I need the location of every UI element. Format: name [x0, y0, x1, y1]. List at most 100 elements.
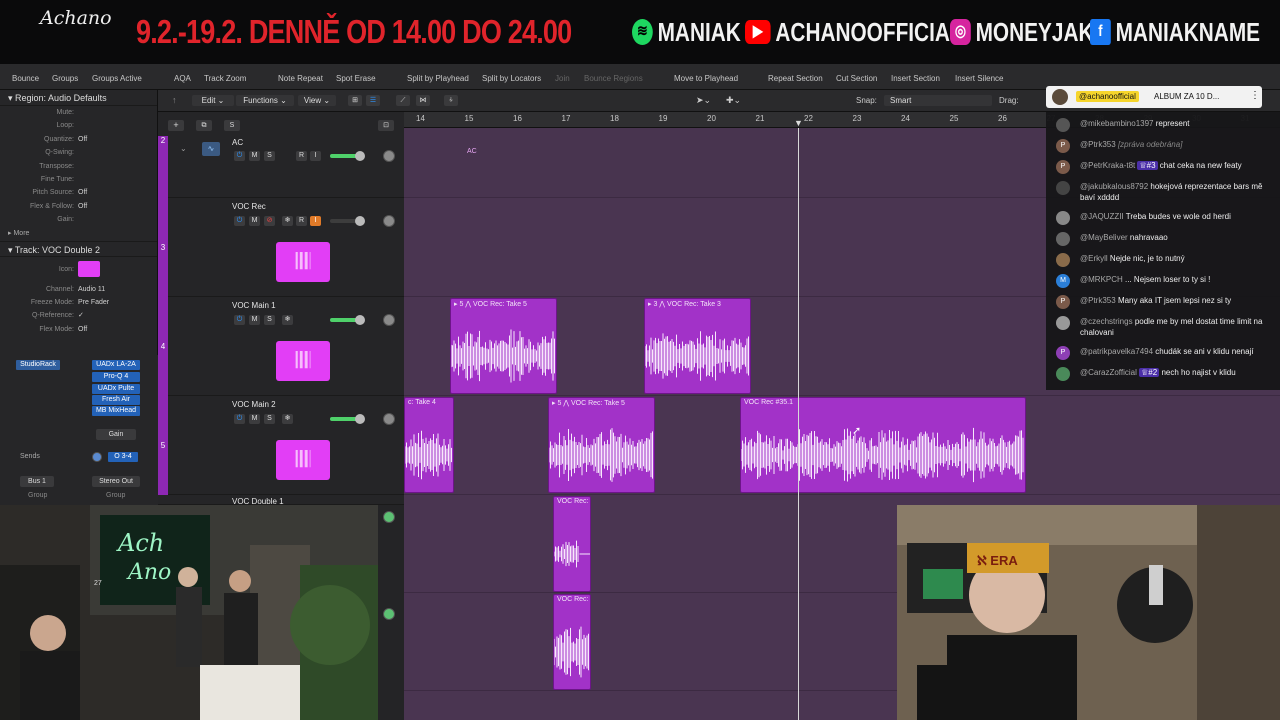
freeze-icon[interactable]: ❄ [282, 315, 293, 325]
toolbar-insert-section[interactable]: Insert Section [891, 74, 940, 83]
send-knob[interactable] [92, 452, 102, 462]
slider-handle[interactable] [355, 315, 365, 325]
track-header-voc-rec[interactable]: 3 VOC Rec ⏻ M ⊘ ❄ R I 𝄃𝄃𝄃 [158, 198, 404, 297]
group-label[interactable]: Group [106, 492, 125, 499]
param-row[interactable]: Q-Reference: ✓ [0, 309, 157, 322]
menu-view[interactable]: View ⌄ [298, 95, 336, 106]
track-header-voc-double-1[interactable]: VOC Double 1 [158, 495, 404, 506]
phase-icon[interactable]: ⊘ [264, 216, 275, 226]
pan-knob[interactable] [383, 608, 395, 620]
kebab-menu-icon[interactable]: ⋮ [1250, 90, 1260, 101]
audio-region[interactable]: VOC Rec: [553, 594, 591, 690]
pinned-message[interactable]: @achanoofficial ALBUM ZA 10 D... ⋮ [1046, 86, 1262, 108]
playhead-marker-icon[interactable]: ▼ [794, 118, 803, 128]
mute-button[interactable]: M [249, 315, 260, 325]
toolbar-spot-erase[interactable]: Spot Erase [336, 74, 376, 83]
toolbar-cut-section[interactable]: Cut Section [836, 74, 877, 83]
audio-region[interactable]: ▸ 5 ⋀ VOC Rec: Take 5 [548, 397, 655, 493]
input-monitor-button[interactable]: I [310, 216, 321, 226]
slider-handle[interactable] [355, 414, 365, 424]
audio-region[interactable]: ▸ 3 ⋀ VOC Rec: Take 3 [644, 298, 751, 394]
param-value[interactable]: Audio 11 [78, 283, 105, 296]
track-header-voc-main-1[interactable]: 4 VOC Main 1 ⏻ M S ❄ 𝄃𝄃𝄃 [158, 297, 404, 396]
flex-icon[interactable]: ⋈ [416, 95, 430, 106]
param-value[interactable]: Off [78, 186, 87, 199]
solo-button[interactable]: S [264, 151, 275, 161]
output-bus[interactable]: Bus 1 [20, 476, 54, 487]
duplicate-track-button[interactable]: ⧉ [196, 120, 212, 131]
mute-button[interactable]: M [249, 151, 260, 161]
power-button-icon[interactable]: ⏻ [234, 315, 245, 325]
param-row[interactable]: Freeze Mode: Pre Fader [0, 296, 157, 309]
param-row[interactable]: Fine Tune: [0, 173, 157, 186]
track-name[interactable]: AC [232, 138, 243, 147]
record-button[interactable]: R [296, 151, 307, 161]
toolbar-bounce[interactable]: Bounce [12, 74, 39, 83]
param-row[interactable]: Flex & Follow: Off [0, 200, 157, 213]
audio-region[interactable]: c: Take 4 [404, 397, 454, 493]
toolbar-aqa[interactable]: AQA [174, 74, 191, 83]
group-label[interactable]: Group [28, 492, 47, 499]
solo-button[interactable]: S [264, 315, 275, 325]
automation-icon[interactable]: ⟋ [396, 95, 410, 106]
param-value[interactable]: ✓ [78, 309, 84, 322]
power-button-icon[interactable]: ⏻ [234, 414, 245, 424]
param-row[interactable]: Q-Swing: [0, 146, 157, 159]
toolbar-repeat-section[interactable]: Repeat Section [768, 74, 823, 83]
chevron-down-icon[interactable]: ⌄ [180, 144, 187, 153]
track-header-voc-main-2[interactable]: 5 VOC Main 2 ⏻ M S ❄ 𝄃𝄃𝄃 [158, 396, 404, 495]
toolbar-move-playhead[interactable]: Move to Playhead [674, 74, 738, 83]
output-stereo[interactable]: Stereo Out [92, 476, 140, 487]
freeze-icon[interactable]: ❄ [282, 216, 293, 226]
plugin-slot[interactable]: MB MixHead [92, 406, 140, 416]
audio-region[interactable]: ▸ 5 ⋀ VOC Rec: Take 5 [450, 298, 557, 394]
mute-button[interactable]: M [249, 216, 260, 226]
pan-knob[interactable] [383, 413, 395, 425]
slider-handle[interactable] [355, 151, 365, 161]
pan-knob[interactable] [383, 150, 395, 162]
lane-voc-main-2[interactable]: c: Take 4 ▸ 5 ⋀ VOC Rec: Take 5 VOC Rec … [404, 396, 1280, 495]
param-value[interactable]: Pre Fader [78, 296, 109, 309]
param-value[interactable]: Off [78, 323, 87, 336]
toolbar-split-playhead[interactable]: Split by Playhead [407, 74, 469, 83]
disclosure-triangle-icon[interactable]: ▾ [8, 93, 15, 103]
slider-handle[interactable] [355, 216, 365, 226]
plus-tool-icon[interactable]: ✚⌄ [726, 95, 741, 106]
snap-select[interactable]: Smart [884, 95, 992, 106]
studiorack-plugin[interactable]: StudioRack [16, 360, 60, 370]
param-row[interactable]: Loop: [0, 119, 157, 132]
param-value[interactable]: Off [78, 200, 87, 213]
send-slot[interactable]: O 3-4 [108, 452, 138, 462]
pan-knob[interactable] [383, 314, 395, 326]
toolbar-join[interactable]: Join [555, 74, 570, 83]
toolbar-groups-active[interactable]: Groups Active [92, 74, 142, 83]
gain-button[interactable]: Gain [96, 429, 136, 440]
audio-region[interactable]: VOC Rec: [553, 496, 591, 592]
volume-slider[interactable] [330, 414, 365, 424]
input-monitor-button[interactable]: I [310, 151, 321, 161]
menu-functions[interactable]: Functions ⌄ [236, 95, 294, 106]
track-header-ac[interactable]: 2 ⌄ ∿ AC ⏻ M S R I [158, 136, 404, 198]
toolbar-split-locators[interactable]: Split by Locators [482, 74, 541, 83]
mute-button[interactable]: M [249, 414, 260, 424]
power-button-icon[interactable]: ⏻ [234, 151, 245, 161]
track-icon-swatch[interactable] [78, 260, 100, 277]
param-row[interactable]: Quantize: Off [0, 133, 157, 146]
toolbar-bounce-regions[interactable]: Bounce Regions [584, 74, 643, 83]
volume-slider[interactable] [330, 216, 365, 226]
disclosure-triangle-icon[interactable]: ▾ [8, 245, 15, 255]
plugin-slot[interactable]: Fresh Air [92, 395, 140, 405]
grid-view-icon[interactable]: ⊞ [348, 95, 362, 106]
toolbar-groups[interactable]: Groups [52, 74, 78, 83]
volume-slider[interactable] [330, 315, 365, 325]
back-arrow-icon[interactable]: ↑ [172, 95, 177, 105]
solo-button[interactable]: S [264, 414, 275, 424]
param-row[interactable]: Mute: [0, 106, 157, 119]
track-zoom-icon[interactable]: ⊡ [378, 120, 394, 131]
volume-slider[interactable] [330, 151, 365, 161]
pan-knob[interactable] [383, 215, 395, 227]
param-value[interactable]: Off [78, 133, 87, 146]
toolbar-insert-silence[interactable]: Insert Silence [955, 74, 1003, 83]
record-button[interactable]: R [296, 216, 307, 226]
track-name[interactable]: VOC Main 1 [232, 301, 276, 310]
